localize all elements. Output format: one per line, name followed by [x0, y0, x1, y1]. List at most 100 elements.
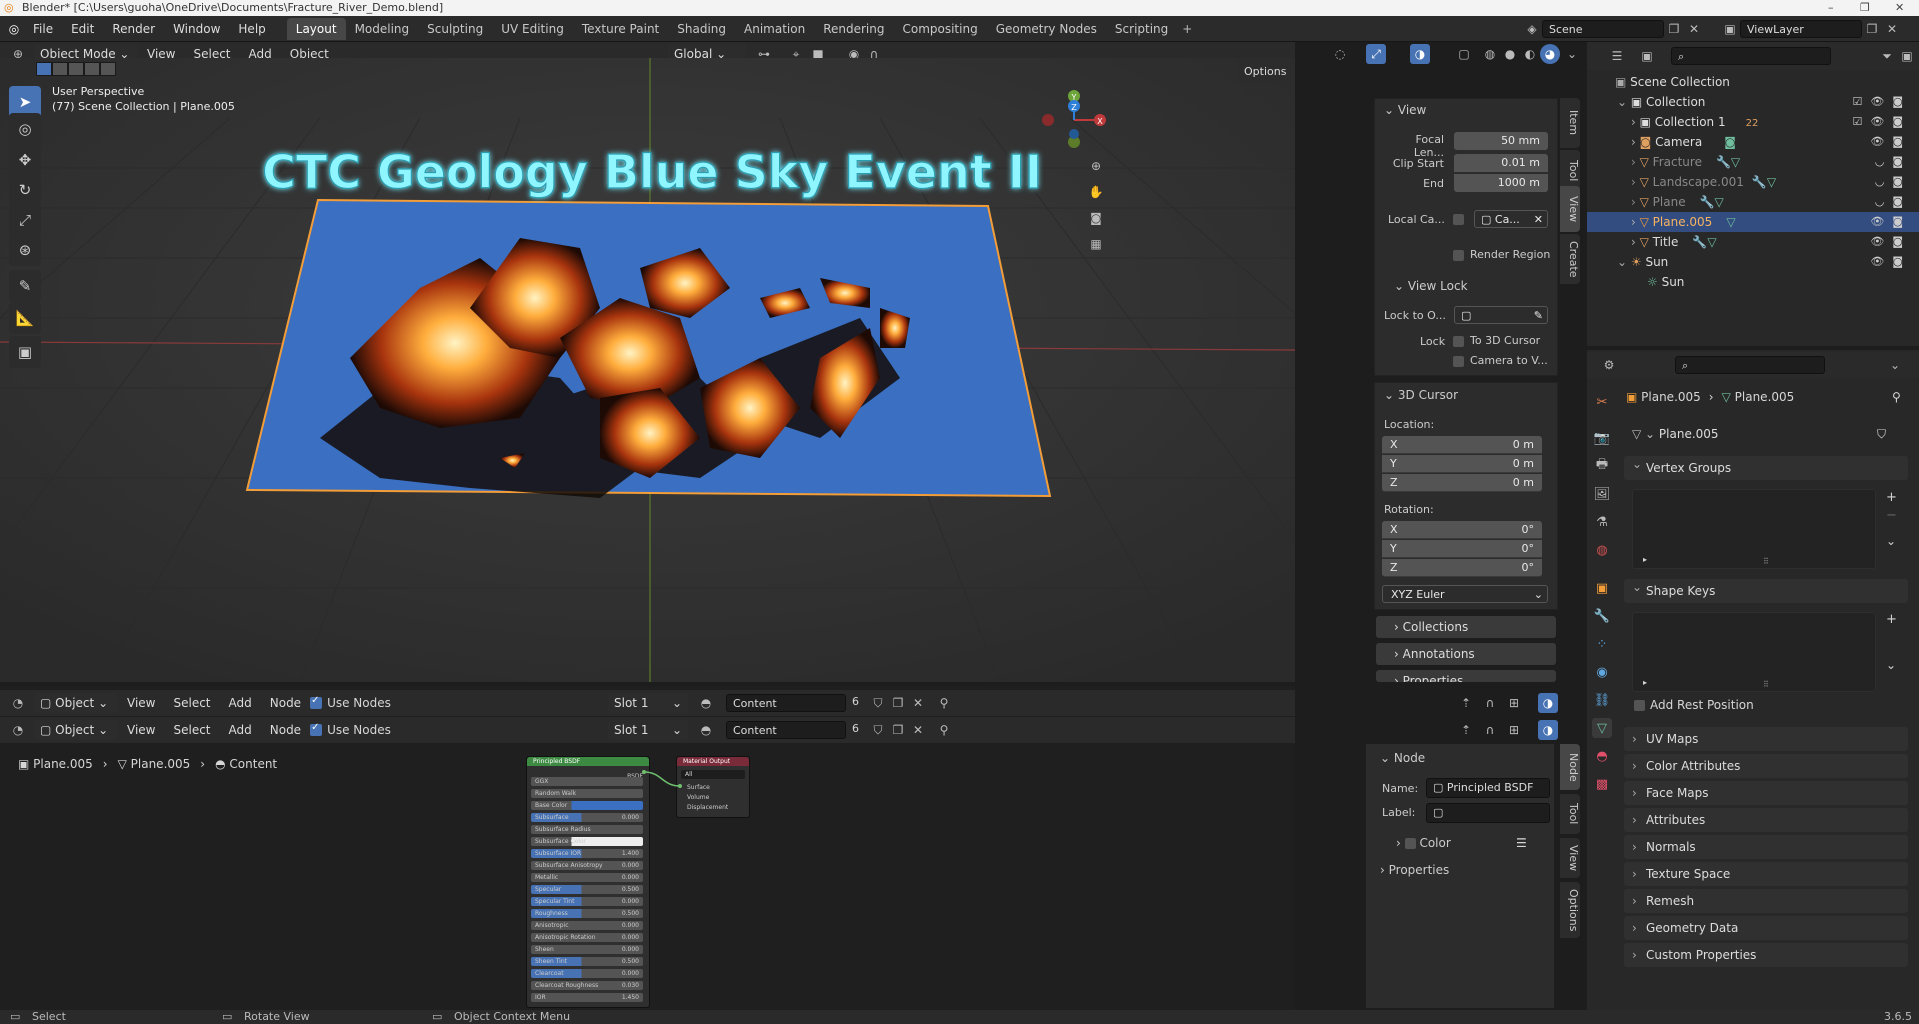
node-menu-add[interactable]: Add — [220, 690, 261, 716]
visibility-toggles[interactable]: 👁◙ — [1870, 132, 1911, 152]
visibility-toggles[interactable]: 👁◙ — [1870, 232, 1911, 252]
node-overlay-icon[interactable]: ◑ — [1538, 693, 1558, 713]
scene-field[interactable]: Scene — [1542, 20, 1664, 38]
shape-keys-panel[interactable]: Shape Keys — [1624, 575, 1908, 603]
outliner-row-camera[interactable]: › ◙ Camera ◙ 👁◙ — [1587, 132, 1919, 152]
delete-view-layer-icon[interactable]: ✕ — [1882, 19, 1902, 39]
chevron-right-icon[interactable]: › — [1631, 115, 1640, 129]
node-menu-node-2[interactable]: Node — [261, 717, 310, 743]
add-shape-key-icon[interactable]: + — [1886, 612, 1897, 627]
tab-rendering[interactable]: Rendering — [814, 18, 893, 40]
tab-scripting[interactable]: Scripting — [1106, 18, 1177, 40]
close-icon[interactable]: ✕ — [1895, 0, 1904, 15]
annotations-panel[interactable]: › Annotations — [1376, 643, 1556, 665]
shader-editor-type-icon-2[interactable]: ◔ — [8, 720, 28, 740]
3d-viewport[interactable]: CTC Geology Blue Sky Event II Y Z X User… — [0, 58, 1295, 682]
maximize-icon[interactable]: ❐ — [1860, 0, 1870, 15]
3d-cursor-header[interactable]: ⌄ 3D Cursor — [1384, 388, 1458, 402]
custom-properties-panel[interactable]: Custom Properties — [1624, 943, 1908, 967]
remove-vertex-group-icon[interactable]: − — [1886, 508, 1897, 523]
outliner-row-sun[interactable]: ⌄ ☀ Sun 👁◙ — [1587, 252, 1919, 272]
add-workspace-icon[interactable]: + — [1177, 19, 1197, 39]
unlink-material-icon[interactable]: ✕ — [908, 693, 928, 713]
wireframe-shading-icon[interactable]: ◍ — [1480, 44, 1500, 64]
pin-icon-2[interactable]: ⚲ — [934, 720, 954, 740]
transform-tool-icon[interactable]: ⊛ — [9, 234, 41, 266]
pan-hand-icon[interactable]: ✋ — [1086, 182, 1106, 202]
texture-space-panel[interactable]: Texture Space — [1624, 862, 1908, 886]
geometry-data-panel[interactable]: Geometry Data — [1624, 916, 1908, 940]
bsdf-input-row[interactable]: Sheen Tint 0.500 — [531, 957, 643, 966]
snapping-icon[interactable]: ∩ — [1480, 693, 1500, 713]
chevron-down-icon[interactable]: ⌄ — [1617, 95, 1631, 109]
tab-compositing[interactable]: Compositing — [893, 18, 986, 40]
select-invert-icon[interactable] — [85, 63, 99, 75]
bsdf-input-row[interactable]: Sheen 0.000 — [531, 945, 643, 954]
collections-panel[interactable]: › Collections — [1376, 616, 1556, 638]
attributes-panel[interactable]: Attributes — [1624, 808, 1908, 832]
bsdf-input-row[interactable]: Anisotropic 0.000 — [531, 921, 643, 930]
eyedropper-icon[interactable]: ✎ — [1534, 307, 1543, 325]
parent-node-tree-icon-2[interactable]: ⇡ — [1456, 720, 1476, 740]
material-output-node[interactable]: Material Output All Surface Volume Displ… — [676, 756, 750, 818]
breadcrumb-mesh[interactable]: Plane.005 — [131, 757, 191, 771]
chevron-right-icon[interactable]: › — [1631, 215, 1640, 229]
visibility-toggles[interactable]: ☑👁◙ — [1853, 92, 1912, 112]
bsdf-input-row[interactable]: Random Walk — [531, 789, 643, 798]
outliner-row-collection[interactable]: ⌄ ▣ Collection ☑👁◙ — [1587, 92, 1919, 112]
slot-dropdown-2[interactable]: Slot 1 ⌄ — [608, 720, 688, 740]
move-tool-icon[interactable]: ✥ — [9, 144, 41, 176]
xray-icon[interactable]: ▢ — [1454, 44, 1474, 64]
material-name-field[interactable]: Content — [726, 694, 846, 712]
sidebar-tab-create[interactable]: Create — [1560, 234, 1580, 284]
view-lock-header[interactable]: ⌄ View Lock — [1394, 279, 1468, 293]
physics-tab-icon[interactable]: ◉ — [1592, 662, 1612, 682]
bsdf-input-row[interactable]: Metallic 0.000 — [531, 873, 643, 882]
chevron-right-icon[interactable]: › — [1631, 135, 1640, 149]
bsdf-input-row[interactable]: Roughness 0.500 — [531, 909, 643, 918]
list-resize-handle-icon[interactable]: ⠿ — [1763, 557, 1769, 566]
node-menu-select[interactable]: Select — [164, 690, 219, 716]
clear-local-camera-icon[interactable]: ✕ — [1534, 211, 1543, 229]
solid-shading-icon[interactable]: ● — [1500, 44, 1520, 64]
bsdf-input-row[interactable]: GGX — [531, 777, 643, 786]
node-menu-view[interactable]: View — [118, 690, 164, 716]
bsdf-input-row[interactable]: Specular 0.500 — [531, 885, 643, 894]
material-users-count[interactable]: 6 — [852, 695, 859, 708]
object-tab-icon[interactable]: ▣ — [1592, 578, 1612, 598]
cursor-rotation-x[interactable]: X 0° — [1382, 521, 1542, 539]
cursor-rotation-y[interactable]: Y 0° — [1382, 540, 1542, 558]
new-scene-icon[interactable]: ❐ — [1664, 19, 1684, 39]
bsdf-input-row[interactable]: Anisotropic Rotation 0.000 — [531, 933, 643, 942]
perspective-grid-icon[interactable]: ▦ — [1086, 234, 1106, 254]
normals-panel[interactable]: Normals — [1624, 835, 1908, 859]
duplicate-material-icon[interactable]: ❐ — [888, 693, 908, 713]
render-tab-icon[interactable]: 📷 — [1592, 428, 1612, 448]
menu-file[interactable]: File — [24, 16, 62, 42]
bsdf-input-row[interactable]: Specular Tint 0.000 — [531, 897, 643, 906]
tab-sculpting[interactable]: Sculpting — [418, 18, 492, 40]
node-overlay-icon-2[interactable]: ◑ — [1538, 720, 1558, 740]
visibility-icon[interactable]: ◌ — [1330, 44, 1350, 64]
visibility-toggles[interactable]: 👁◙ — [1870, 252, 1911, 272]
clip-start-field[interactable]: 0.01 m — [1454, 154, 1548, 172]
chevron-down-icon[interactable]: ⌄ — [1617, 255, 1631, 269]
use-nodes-checkbox-2[interactable] — [310, 722, 323, 736]
cursor-tool-icon[interactable]: ◎ — [9, 113, 41, 145]
snap-element-icon-2[interactable]: ⊞ — [1504, 720, 1524, 740]
expand-list-icon[interactable]: ▸ — [1643, 678, 1647, 687]
slot-dropdown[interactable]: Slot 1 ⌄ — [608, 693, 688, 713]
mesh-datablock-field[interactable]: ▽ ⌄ Plane.005 ⛉ — [1626, 425, 1892, 445]
rendered-shading-icon[interactable]: ◕ — [1540, 44, 1560, 64]
chevron-right-icon[interactable]: › — [1631, 195, 1640, 209]
add-vertex-group-icon[interactable]: + — [1886, 490, 1897, 505]
node-menu-select-2[interactable]: Select — [164, 717, 219, 743]
outliner-row-sun-data[interactable]: ☼ Sun — [1587, 272, 1919, 292]
shading-options-icon[interactable]: ⌄ — [1562, 44, 1582, 64]
vertex-group-menu-icon[interactable]: ⌄ — [1886, 534, 1896, 548]
material-name-field-2[interactable]: Content — [726, 721, 846, 739]
properties-options-icon[interactable]: ⌄ — [1885, 355, 1905, 375]
shape-key-menu-icon[interactable]: ⌄ — [1886, 658, 1896, 672]
properties-panel-collapsed[interactable]: › Properties — [1376, 670, 1556, 682]
local-camera-field[interactable]: ▢ Ca... ✕ — [1474, 210, 1548, 228]
